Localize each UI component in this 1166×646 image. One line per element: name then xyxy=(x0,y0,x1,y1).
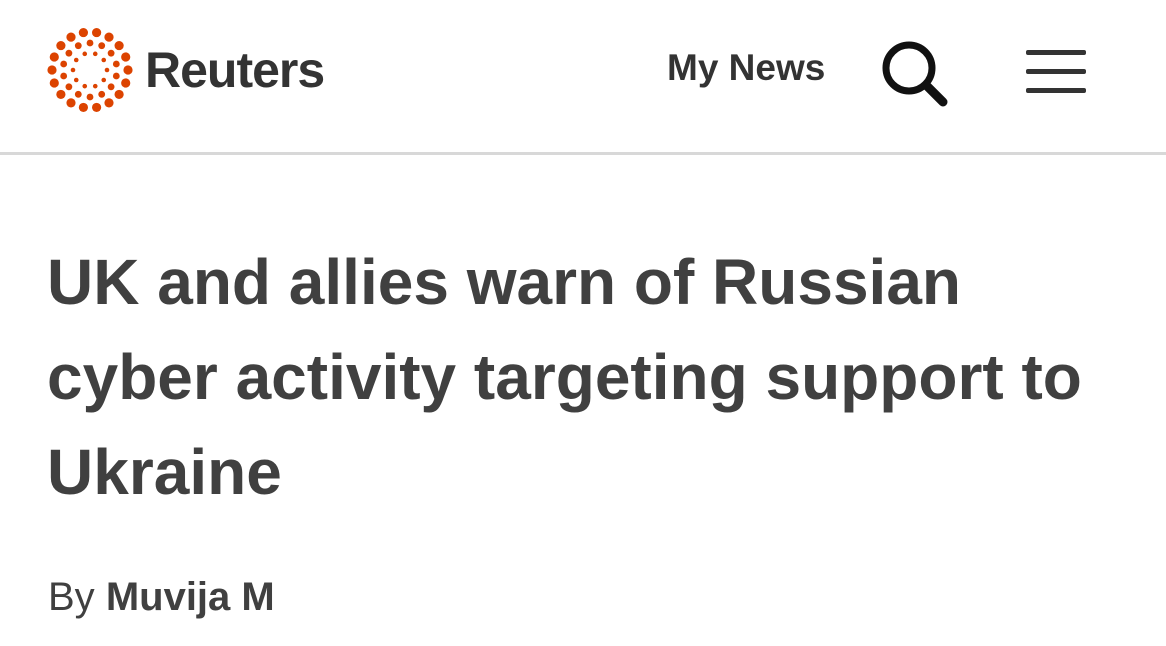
logo-dot xyxy=(56,89,66,100)
logo-dot xyxy=(78,102,88,113)
site-header: Reuters My News xyxy=(0,0,1166,155)
search-button[interactable] xyxy=(878,37,952,111)
article-headline: UK and allies warn of Russian cyber acti… xyxy=(47,246,1082,508)
menu-bar-top xyxy=(1026,50,1086,55)
logo-dot xyxy=(73,57,79,63)
logo-dot xyxy=(104,98,114,108)
logo-dot xyxy=(92,51,98,57)
logo-dot xyxy=(82,83,88,89)
logo-dot xyxy=(112,72,120,80)
logo-dot xyxy=(107,83,115,91)
my-news-link[interactable]: My News xyxy=(667,47,825,89)
logo-dot xyxy=(49,52,59,62)
logo-dot xyxy=(121,52,131,62)
menu-bar-middle xyxy=(1026,69,1086,74)
logo-dot xyxy=(66,98,76,108)
menu-button[interactable] xyxy=(1026,50,1086,94)
logo-dot xyxy=(49,78,59,88)
logo-dot xyxy=(73,77,79,83)
logo-dot xyxy=(98,42,106,50)
logo-dot xyxy=(121,78,131,88)
logo-dot xyxy=(123,65,133,75)
logo-dot xyxy=(82,51,88,57)
logo-dot xyxy=(101,77,107,83)
logo-dot xyxy=(60,60,68,68)
reuters-logo[interactable]: Reuters xyxy=(47,27,325,113)
logo-dot xyxy=(65,83,73,91)
menu-bar-bottom xyxy=(1026,88,1086,93)
article-byline: By Muvija M xyxy=(48,575,275,619)
logo-dot xyxy=(101,57,107,63)
author-link[interactable]: Muvija M xyxy=(106,575,275,619)
logo-dot xyxy=(78,27,88,38)
logo-dot xyxy=(60,72,68,80)
logo-dot xyxy=(74,90,82,98)
logo-dot xyxy=(112,60,120,68)
logo-dot xyxy=(70,67,76,73)
logo-dot xyxy=(104,67,110,73)
logo-dot xyxy=(86,93,94,101)
logo-dot xyxy=(56,40,66,51)
logo-dot xyxy=(114,40,124,51)
logo-dot xyxy=(114,89,124,100)
logo-dot xyxy=(98,90,106,98)
reuters-logo-icon xyxy=(47,27,133,113)
search-icon xyxy=(882,41,948,107)
byline-prefix: By xyxy=(48,575,95,619)
logo-dot xyxy=(47,65,57,75)
logo-dot xyxy=(66,32,76,42)
logo-dot xyxy=(92,27,102,38)
logo-dot xyxy=(92,102,102,113)
logo-dot xyxy=(92,83,98,89)
logo-dot xyxy=(74,42,82,50)
logo-dot xyxy=(104,32,114,42)
brand-name: Reuters xyxy=(145,42,325,98)
logo-dot xyxy=(65,49,73,57)
logo-dot xyxy=(86,39,94,47)
logo-dot xyxy=(107,49,115,57)
